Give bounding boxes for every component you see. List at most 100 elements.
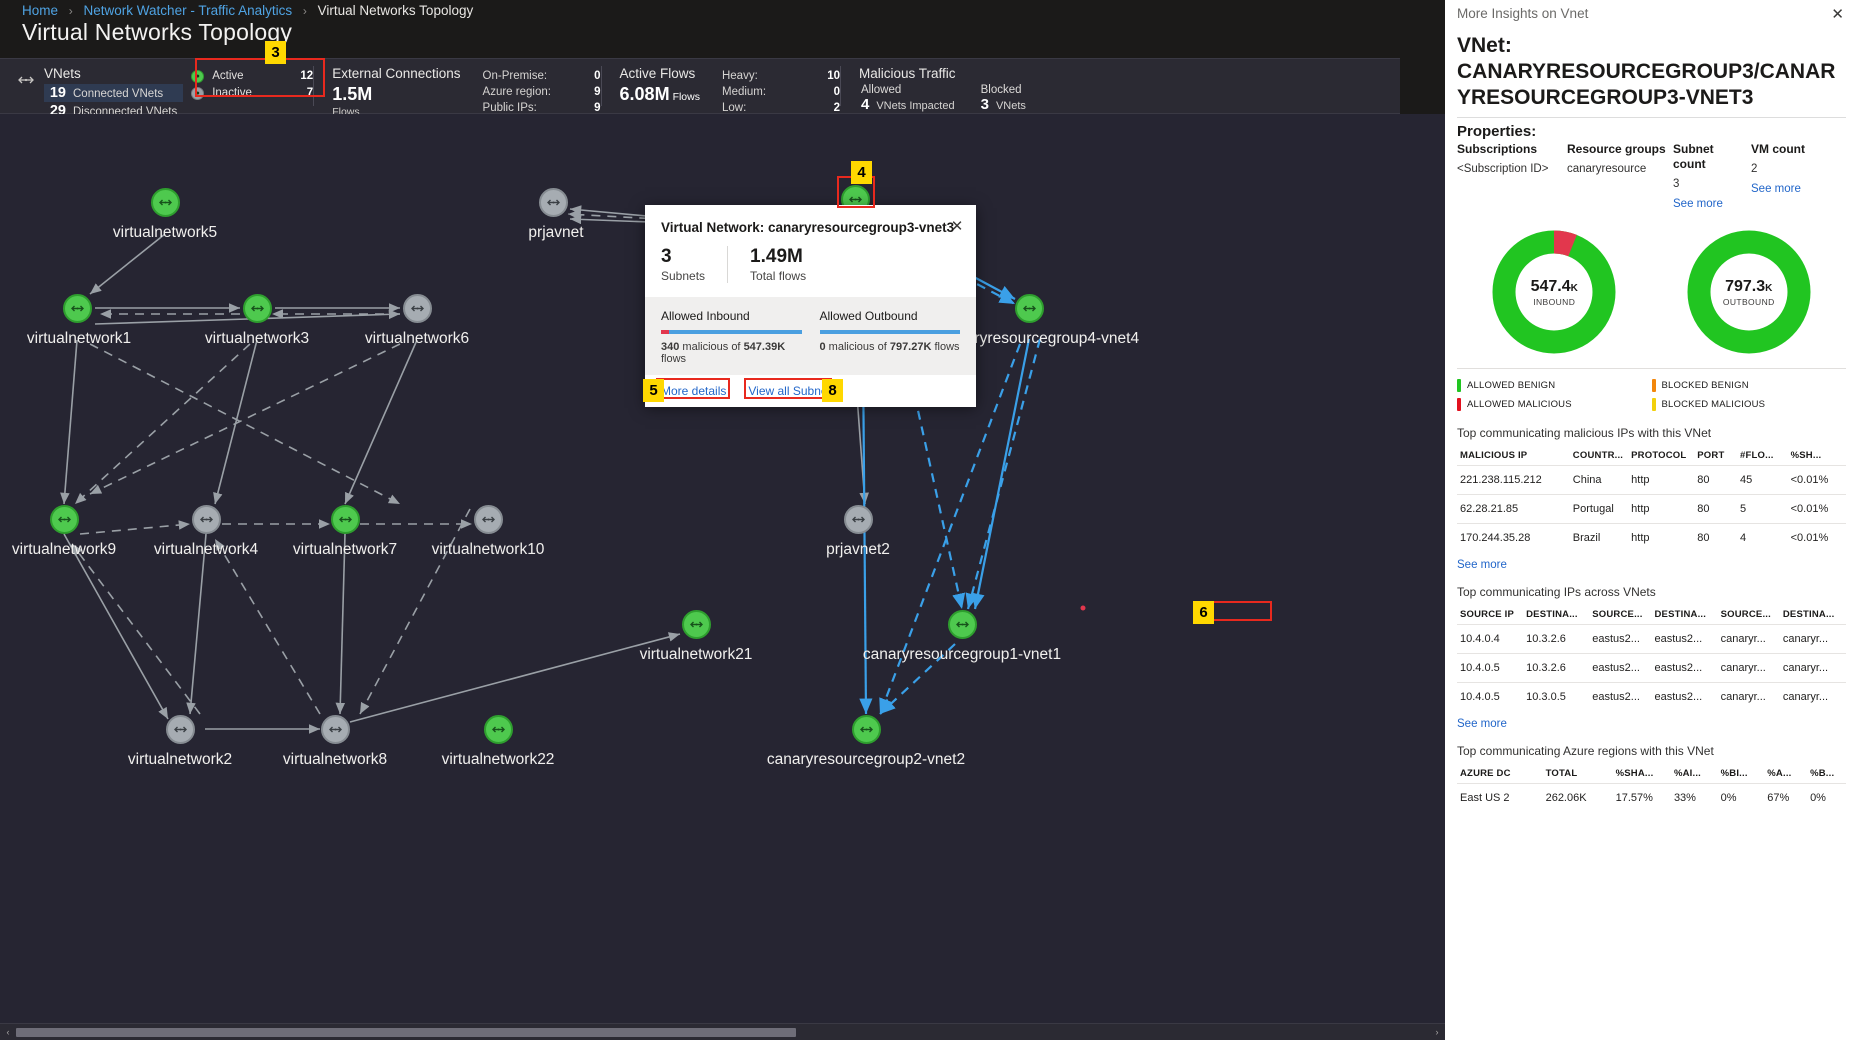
topology-node-cr2[interactable]	[852, 715, 881, 744]
cell-0: East US 2	[1457, 783, 1543, 812]
topology-node-label-prj2: prjavnet2	[826, 541, 890, 558]
topology-node-vn3[interactable]	[243, 294, 272, 323]
property-vm-count-value: 2	[1751, 163, 1758, 175]
donut-charts: 547.4K INBOUND 797.3K OUTBOUND	[1457, 226, 1846, 358]
connected-count: 19	[49, 85, 66, 101]
topology-node-vn22[interactable]	[484, 715, 513, 744]
stat-group-flows: Active Flows 6.08M Flows Heavy: 10 Medium…	[602, 59, 840, 116]
donut-outbound-value: 797.3K	[1725, 278, 1772, 296]
flows-heavy-label: Heavy:	[721, 70, 758, 82]
popup-flows-label: Total flows	[750, 269, 807, 283]
topology-node-vn6[interactable]	[403, 294, 432, 323]
cell-1: Brazil	[1569, 523, 1629, 552]
popup-subnets-value: 3	[661, 246, 672, 267]
annotation-step-4: 4	[851, 161, 872, 184]
cell-2: http	[1628, 523, 1695, 552]
cell-3: 80	[1694, 523, 1738, 552]
scrollbar-thumb[interactable]	[16, 1027, 796, 1037]
topology-node-vn2[interactable]	[166, 715, 195, 744]
column-header-3: %AI...	[1673, 768, 1702, 779]
popup-body: Allowed Inbound 340 malicious of 547.39K…	[645, 297, 976, 375]
malicious-ips-table: MALICIOUS IP COUNTR... PROTOCOL PORT #FLO...…	[1457, 446, 1846, 552]
column-header-5: %A...	[1767, 768, 1792, 779]
scrollbar-track[interactable]	[16, 1027, 1429, 1037]
azure-regions-table: AZURE DC TOTAL %SHA... %AI... %BI... %A... %B.…	[1457, 764, 1846, 812]
column-header-4: #FLO...	[1740, 450, 1774, 461]
properties-grid: Subscriptions <Subscription ID> Resource…	[1457, 142, 1846, 212]
topology-node-vn9[interactable]	[50, 505, 79, 534]
horizontal-scrollbar[interactable]: ‹ ›	[0, 1023, 1445, 1040]
topology-node-label-vn1: virtualnetwork1	[26, 330, 132, 347]
across-see-more-link[interactable]: See more	[1457, 718, 1507, 730]
close-icon[interactable]: ✕	[946, 215, 968, 237]
table-header-row: AZURE DC TOTAL %SHA... %AI... %BI... %A... %B.…	[1457, 764, 1846, 784]
cell-4: 45	[1737, 465, 1788, 495]
malicious-see-more-link[interactable]: See more	[1457, 559, 1507, 571]
topology-node-vn5[interactable]	[151, 188, 180, 217]
status-row-inactive[interactable]: ● Inactive 7	[191, 85, 313, 102]
flows-heavy: Heavy: 10	[722, 68, 840, 84]
table-row[interactable]: 62.28.21.85 Portugal http 80 5 <0.01%	[1457, 494, 1846, 524]
chart-legend: ALLOWED BENIGN BLOCKED BENIGN ALLOWED MA…	[1457, 368, 1846, 414]
table-row[interactable]: 10.4.0.5 10.3.2.6 eastus2... eastus2... cana…	[1457, 653, 1846, 683]
cell-5: canaryr...	[1779, 624, 1846, 654]
active-count: 12	[300, 70, 314, 82]
table-row[interactable]: 10.4.0.4 10.3.2.6 eastus2... eastus2... cana…	[1457, 624, 1846, 654]
popup-stat-subnets: 3 Subnets	[661, 246, 727, 283]
donut-inbound-label: INBOUND	[1533, 296, 1576, 307]
table-row[interactable]: East US 2 262.06K 17.57% 33% 0% 67% 0%	[1457, 783, 1846, 812]
malicious-table-title: Top communicating malicious IPs with thi…	[1457, 426, 1712, 440]
more-details-link[interactable]: More details	[661, 384, 726, 398]
cell-3: 80	[1694, 465, 1738, 495]
breadcrumb-section[interactable]: Network Watcher - Traffic Analytics	[84, 3, 293, 18]
topology-node-cr1[interactable]	[948, 610, 977, 639]
topology-node-vn10[interactable]	[474, 505, 503, 534]
status-row-active[interactable]: ● Active 12	[191, 68, 313, 85]
vnet-detail-popup[interactable]: Virtual Network: canaryresourcegroup3-vn…	[645, 205, 976, 407]
topology-node-vn21[interactable]	[682, 610, 711, 639]
topology-node-prj[interactable]	[539, 188, 568, 217]
flows-kv-list: Heavy: 10 Medium: 0 Low: 2	[722, 68, 840, 116]
topology-node-vn1[interactable]	[63, 294, 92, 323]
table-row[interactable]: 10.4.0.5 10.3.0.5 eastus2... eastus2... cana…	[1457, 682, 1846, 711]
cell-3: 33%	[1670, 783, 1718, 812]
table-header-row: SOURCE IP DESTINA... SOURCE... DESTINA... SO…	[1457, 605, 1846, 625]
external-region-value: 9	[594, 86, 601, 98]
scroll-right-arrow[interactable]: ›	[1429, 1027, 1445, 1037]
property-subnet-count-value: 3	[1673, 178, 1680, 190]
topology-node-prj2[interactable]	[844, 505, 873, 534]
cell-2: eastus2...	[1589, 682, 1652, 711]
topology-node-vn4[interactable]	[192, 505, 221, 534]
cell-4: canaryr...	[1717, 682, 1780, 711]
external-onprem-value: 0	[594, 70, 601, 82]
column-header-0: MALICIOUS IP	[1460, 450, 1528, 461]
topology-node-vn7[interactable]	[331, 505, 360, 534]
table-row[interactable]: 170.244.35.28 Brazil http 80 4 <0.01%	[1457, 523, 1846, 552]
column-header-1: COUNTR...	[1572, 450, 1624, 461]
cell-2: http	[1628, 465, 1695, 495]
topology-node-cr4[interactable]	[1015, 294, 1044, 323]
property-resource-groups: Resource groups canaryresource	[1567, 142, 1667, 212]
property-subnet-see-more[interactable]: See more	[1673, 196, 1745, 212]
property-vm-see-more[interactable]: See more	[1751, 181, 1821, 197]
legend-allowed-benign: ALLOWED BENIGN	[1457, 376, 1652, 395]
external-kv-list: On-Premise: 0 Azure region: 9 Public IPs…	[483, 68, 601, 116]
popup-inbound-mal-count: 340	[661, 341, 680, 353]
external-region: Azure region: 9	[483, 84, 601, 100]
topology-node-vn8[interactable]	[321, 715, 350, 744]
legend-blocked-benign: BLOCKED BENIGN	[1651, 376, 1847, 395]
close-icon[interactable]: ✕	[1827, 5, 1848, 23]
breadcrumb-home[interactable]: Home	[22, 3, 58, 18]
stat-group-malicious: Malicious Traffic Allowed 4 VNets Impact…	[841, 59, 1026, 113]
property-resource-groups-value: canaryresource	[1567, 163, 1647, 175]
property-vm-count-header: VM count	[1751, 142, 1805, 156]
popup-outbound-total: 797.27K	[889, 341, 932, 353]
table-row[interactable]: 221.238.115.212 China http 80 45 <0.01%	[1457, 465, 1846, 495]
donut-inbound-value: 547.4K	[1531, 278, 1578, 296]
cell-5: <0.01%	[1787, 494, 1846, 524]
insights-header-title: More Insights on Vnet	[1457, 6, 1589, 21]
vnets-row-connected[interactable]: 19 Connected VNets	[44, 84, 184, 102]
popup-subnets-label: Subnets	[661, 269, 706, 283]
topology-node-label-vn3: virtualnetwork3	[204, 330, 310, 347]
scroll-left-arrow[interactable]: ‹	[0, 1027, 16, 1037]
